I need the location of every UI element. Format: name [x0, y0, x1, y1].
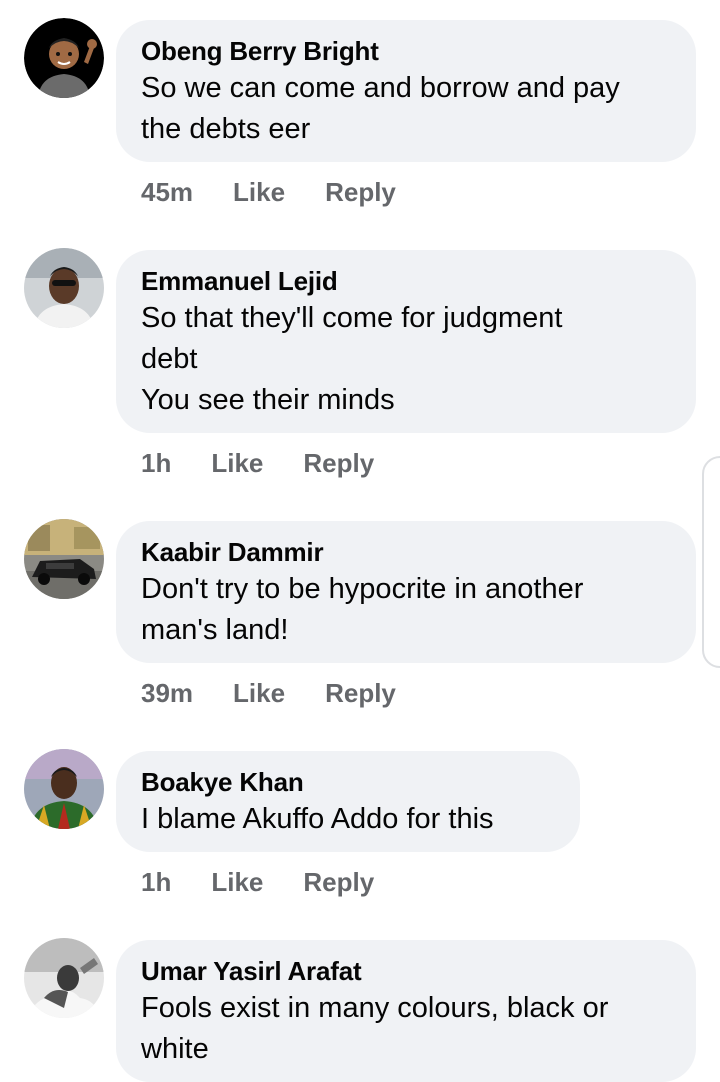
comment-bubble: Emmanuel Lejid So that they'll come for … — [116, 250, 696, 433]
comment-actions: 1h Like Reply — [141, 446, 374, 480]
like-button[interactable]: Like — [211, 446, 263, 480]
commenter-name[interactable]: Emmanuel Lejid — [141, 264, 670, 298]
car-photo-icon[interactable] — [24, 519, 104, 599]
bitmoji-avatar-icon[interactable] — [24, 18, 104, 98]
comment-bubble: Kaabir Dammir Don't try to be hypocrite … — [116, 521, 696, 663]
profile-photo-icon[interactable] — [24, 248, 104, 328]
comment-timestamp[interactable]: 1h — [141, 865, 171, 899]
comment-text: Fools exist in many colours, black or wh… — [141, 992, 609, 1065]
comment-bubble: Umar Yasirl Arafat Fools exist in many c… — [116, 940, 696, 1082]
commenter-name[interactable]: Umar Yasirl Arafat — [141, 954, 670, 988]
comment-text: I blame Akuffo Addo for this — [141, 803, 494, 835]
comment-timestamp[interactable]: 39m — [141, 676, 193, 710]
comment-bubble: Obeng Berry Bright So we can come and bo… — [116, 20, 696, 162]
comment-actions: 39m Like Reply — [141, 676, 396, 710]
comment-text: So that they'll come for judgment debt Y… — [141, 302, 563, 416]
like-button[interactable]: Like — [233, 175, 285, 209]
bw-photo-icon[interactable] — [24, 938, 104, 1018]
reply-button[interactable]: Reply — [303, 865, 374, 899]
commenter-name[interactable]: Obeng Berry Bright — [141, 34, 670, 68]
comment-bubble: Boakye Khan I blame Akuffo Addo for this — [116, 751, 580, 852]
comment-text: Don't try to be hypocrite in another man… — [141, 573, 584, 646]
reply-button[interactable]: Reply — [303, 446, 374, 480]
comment-text: So we can come and borrow and pay the de… — [141, 72, 620, 145]
like-button[interactable]: Like — [233, 676, 285, 710]
comment-timestamp[interactable]: 1h — [141, 446, 171, 480]
commenter-name[interactable]: Kaabir Dammir — [141, 535, 670, 569]
comment-timestamp[interactable]: 45m — [141, 175, 193, 209]
side-panel-edge — [702, 456, 720, 668]
like-button[interactable]: Like — [211, 865, 263, 899]
comment-actions: 1h Like Reply — [141, 865, 374, 899]
commenter-name[interactable]: Boakye Khan — [141, 765, 554, 799]
kente-photo-icon[interactable] — [24, 749, 104, 829]
comment-actions: 45m Like Reply — [141, 175, 396, 209]
reply-button[interactable]: Reply — [325, 676, 396, 710]
reply-button[interactable]: Reply — [325, 175, 396, 209]
